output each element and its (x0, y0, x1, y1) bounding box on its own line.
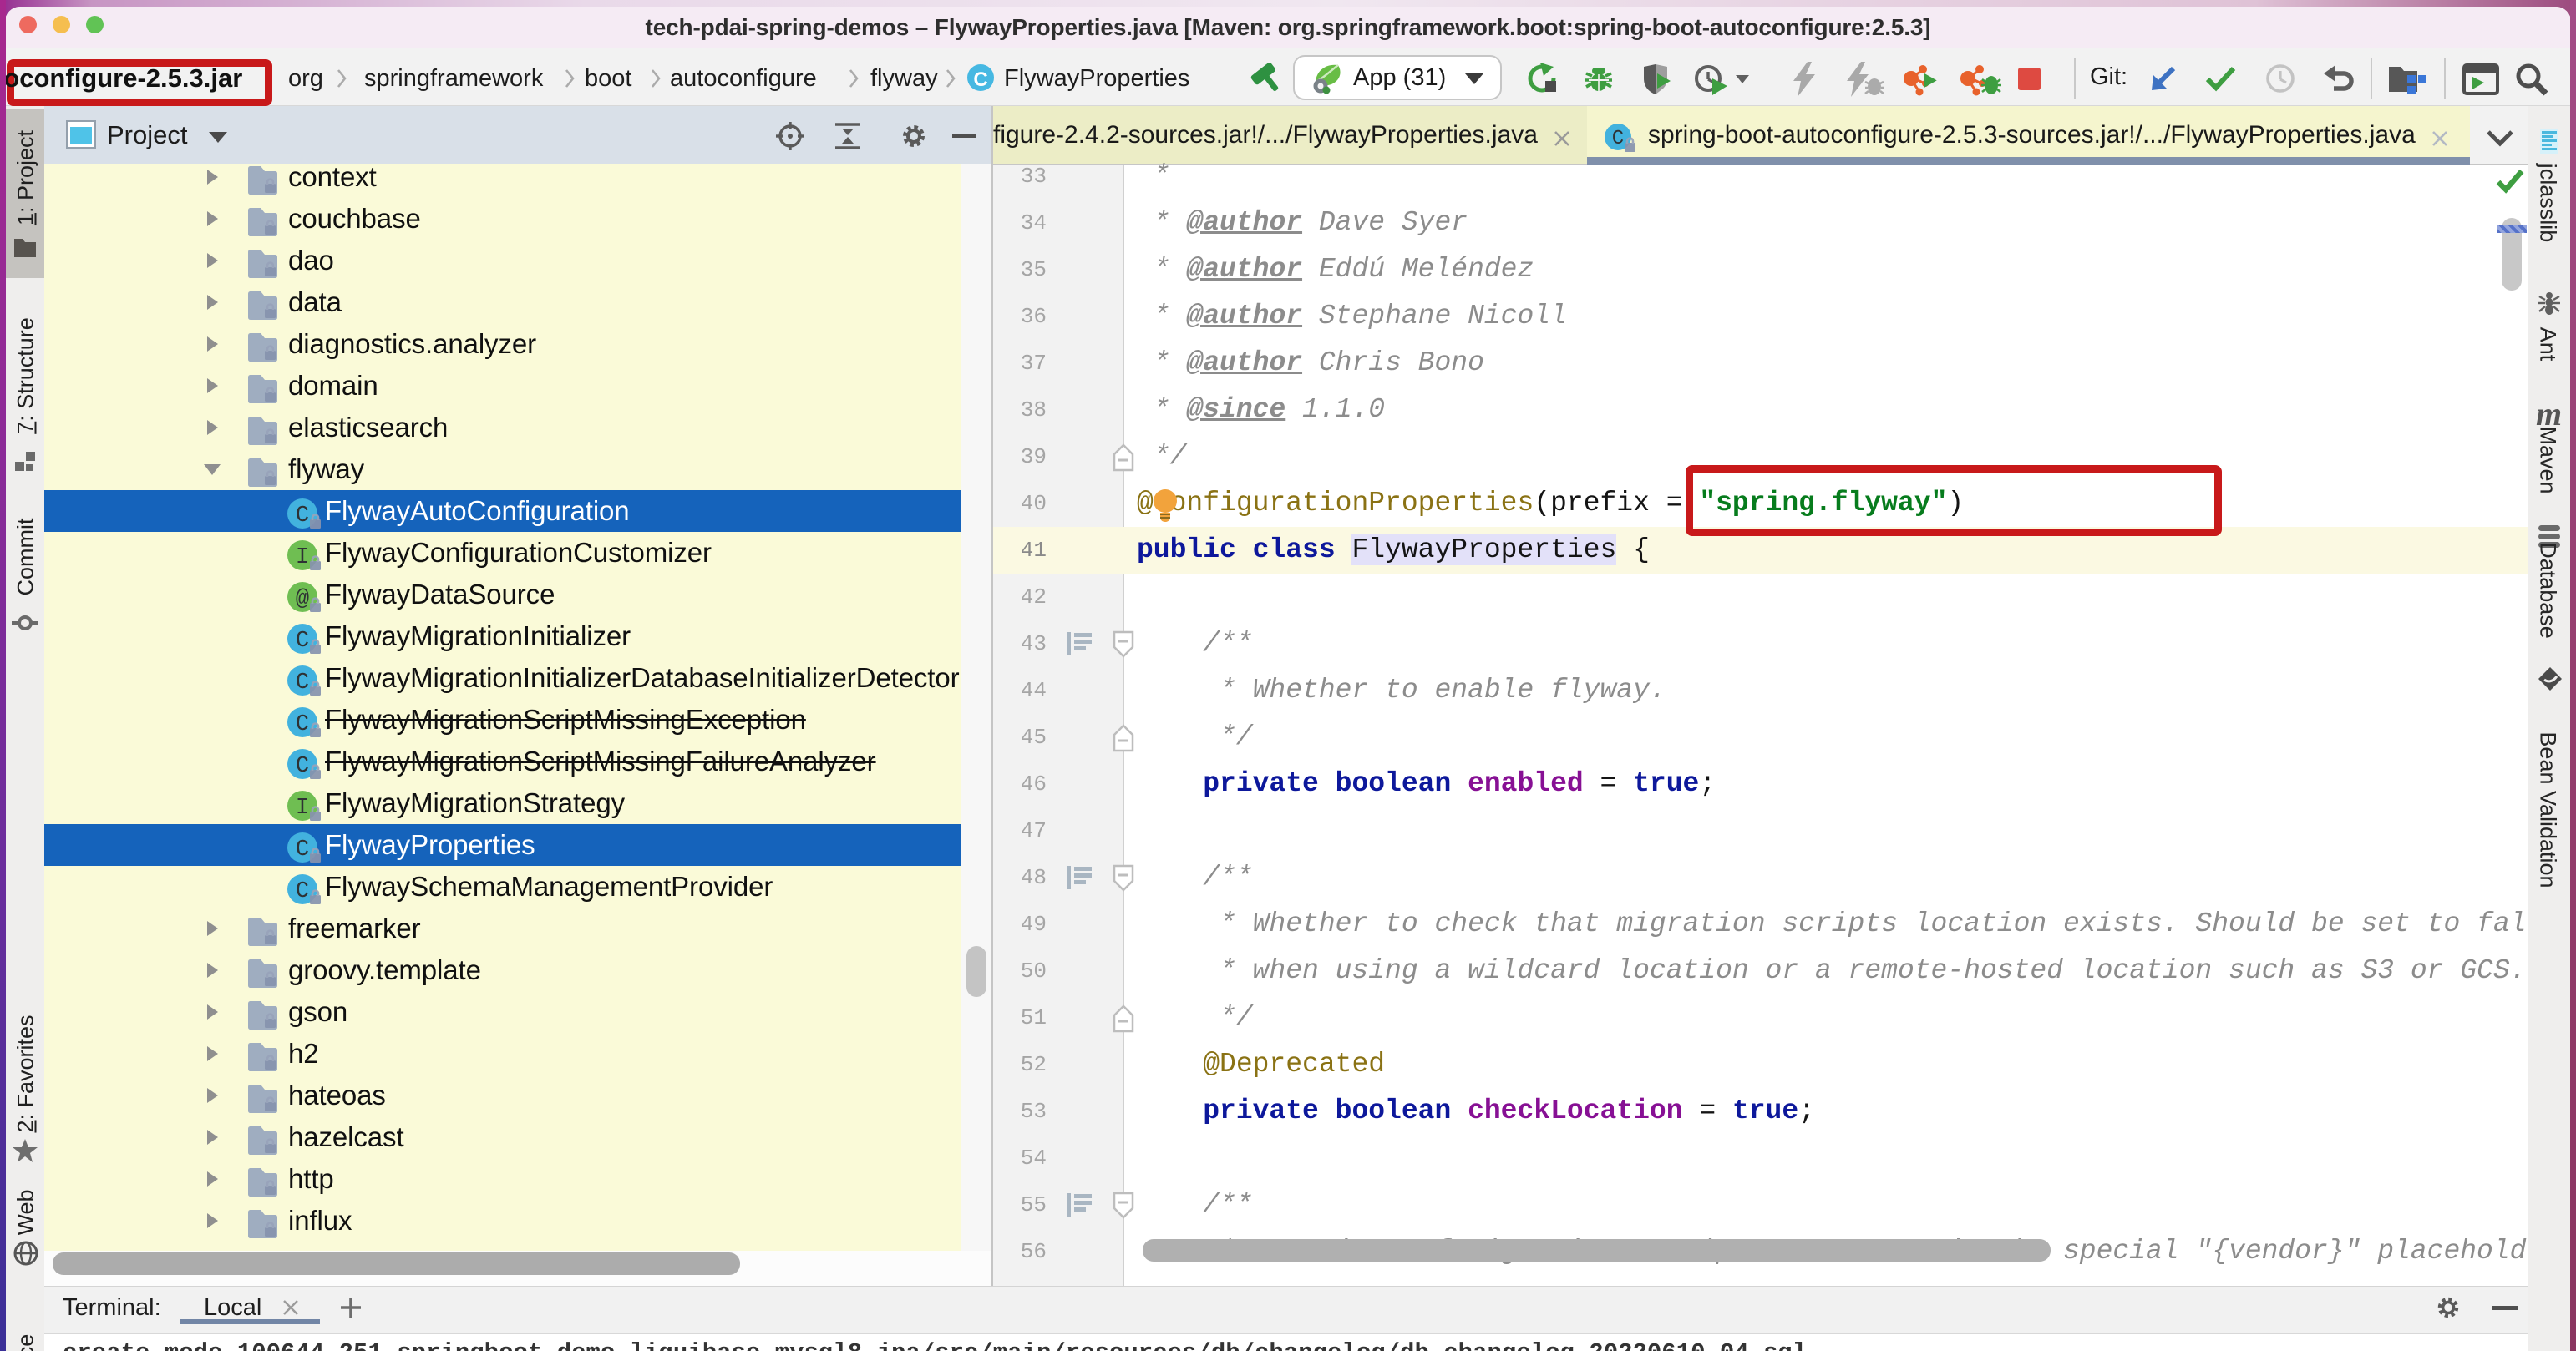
svg-text:I: I (296, 796, 309, 821)
svg-text:C: C (1612, 128, 1624, 150)
svg-text:C: C (296, 503, 309, 529)
svg-text:I: I (296, 545, 309, 570)
svg-text:C: C (296, 670, 309, 696)
svg-text:C: C (973, 68, 987, 91)
svg-text:C: C (296, 712, 309, 737)
svg-text:C: C (296, 754, 309, 779)
svg-text:C: C (296, 629, 309, 654)
svg-text:@: @ (296, 587, 309, 612)
svg-text:C: C (296, 837, 309, 863)
svg-text:C: C (296, 879, 309, 904)
